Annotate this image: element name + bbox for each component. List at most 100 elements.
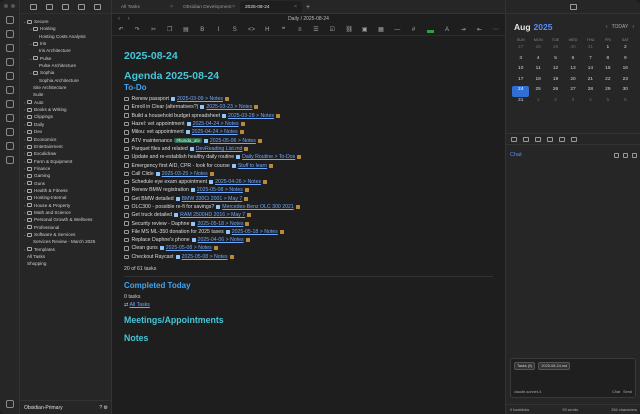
- task-date-link[interactable]: 2025-05-08 > Notes: [197, 187, 243, 193]
- folder-item[interactable]: › Finance: [22, 165, 111, 172]
- calendar-day[interactable]: 18: [529, 76, 546, 87]
- folder-item[interactable]: › Hosting-Internal: [22, 194, 111, 201]
- edit-task-icon[interactable]: [276, 113, 281, 118]
- calendar-day[interactable]: 13: [564, 65, 581, 76]
- calendar-day[interactable]: 3: [564, 97, 581, 108]
- help-circle-icon[interactable]: ?: [99, 405, 102, 411]
- task-checkbox[interactable]: [124, 171, 129, 177]
- folder-item[interactable]: › Clippings: [22, 113, 111, 120]
- task-checkbox[interactable]: [124, 229, 129, 235]
- calendar-day-today[interactable]: 24: [512, 86, 530, 97]
- folder-item[interactable]: ⌄ Pulse: [22, 55, 111, 62]
- task-note-link[interactable]: DevReading List.md: [196, 146, 243, 152]
- excalidraw-icon[interactable]: [6, 156, 14, 164]
- backlinks-icon[interactable]: [523, 136, 529, 142]
- calendar-day[interactable]: 5: [599, 97, 616, 108]
- help-icon[interactable]: [6, 400, 14, 408]
- folder-item[interactable]: › Gaming: [22, 172, 111, 179]
- calendar-day[interactable]: 20: [564, 76, 581, 87]
- task-checkbox[interactable]: [124, 254, 129, 260]
- copy-icon[interactable]: ❐: [167, 27, 173, 33]
- bullet-list-icon[interactable]: ≡: [297, 27, 303, 33]
- folder-item[interactable]: ⌄ Hosting: [22, 25, 111, 32]
- bold-icon[interactable]: B: [199, 27, 205, 33]
- today-button[interactable]: TODAY: [612, 24, 629, 30]
- collapse-all-icon[interactable]: [77, 3, 85, 10]
- folder-item[interactable]: ⌄ Software & Services: [22, 231, 111, 238]
- edit-task-icon[interactable]: [244, 188, 249, 193]
- text-color-icon[interactable]: A: [444, 27, 450, 33]
- sort-icon[interactable]: [61, 3, 69, 10]
- calendar-day[interactable]: 2: [617, 44, 634, 55]
- task-date-link[interactable]: 2025-04-26 > Notes: [215, 179, 261, 185]
- indent-icon[interactable]: ⇥: [460, 27, 466, 33]
- task-checkbox[interactable]: [124, 246, 129, 251]
- task-note-link[interactable]: Mercedes-Benz OLC 300 2021: [222, 204, 294, 210]
- folder-item[interactable]: › Math and Science: [22, 209, 111, 216]
- calendar-day[interactable]: 9: [617, 55, 634, 66]
- task-checkbox[interactable]: [124, 113, 129, 118]
- edit-task-icon[interactable]: [244, 196, 249, 201]
- task-checkbox[interactable]: [124, 213, 129, 218]
- edit-task-icon[interactable]: [244, 146, 249, 151]
- tag-icon[interactable]: #: [411, 27, 417, 33]
- task-note-link[interactable]: Daily Routine > To-Dos: [242, 154, 295, 160]
- task-checkbox[interactable]: [124, 121, 129, 127]
- folder-item[interactable]: › Economics: [22, 136, 111, 143]
- edit-task-icon[interactable]: [279, 229, 284, 234]
- task-date-link[interactable]: 2025-03-09 > Notes: [177, 96, 223, 102]
- table-icon[interactable]: ▦: [378, 27, 384, 33]
- calendar-day[interactable]: 23: [617, 76, 634, 87]
- terminal-icon[interactable]: [6, 128, 14, 136]
- chat-tab-icon[interactable]: [559, 136, 565, 142]
- calendar-day[interactable]: 25: [529, 86, 546, 97]
- task-date-link[interactable]: 2025-03-28 > Notes: [228, 113, 274, 119]
- code-icon[interactable]: <>: [248, 27, 255, 33]
- edit-task-icon[interactable]: [225, 97, 229, 102]
- next-month-icon[interactable]: ›: [632, 24, 634, 30]
- calendar-day[interactable]: 8: [599, 55, 616, 66]
- more-options-icon[interactable]: ⋯: [493, 27, 499, 33]
- calendar-day[interactable]: 4: [529, 55, 546, 66]
- files-icon[interactable]: [6, 16, 14, 24]
- paste-icon[interactable]: ▤: [183, 27, 189, 33]
- edit-task-icon[interactable]: [295, 205, 300, 209]
- calendar-day[interactable]: 2: [547, 97, 564, 108]
- search-icon[interactable]: [6, 30, 14, 38]
- calendar-day[interactable]: 1: [529, 97, 546, 108]
- calendar-day[interactable]: 16: [617, 65, 634, 76]
- folder-item[interactable]: › Auto: [22, 99, 111, 106]
- task-checkbox[interactable]: [124, 138, 129, 143]
- edit-task-icon[interactable]: [254, 105, 259, 110]
- task-checkbox[interactable]: [124, 237, 129, 243]
- file-item[interactable]: Sophia Architecture: [22, 77, 111, 84]
- edit-task-icon[interactable]: [239, 130, 244, 135]
- numbered-list-icon[interactable]: ☰: [313, 27, 319, 33]
- calendar-day[interactable]: 31: [582, 44, 599, 55]
- link-icon[interactable]: ⛓: [346, 27, 354, 33]
- calendar-day[interactable]: 26: [547, 86, 564, 97]
- note-content[interactable]: 2025-08-24 Agenda 2025-08-24 To-Do Renew…: [112, 38, 505, 414]
- redo-icon[interactable]: ↷: [134, 27, 140, 33]
- tags-icon[interactable]: [547, 136, 553, 142]
- task-date-link[interactable]: 2025-04-24 > Notes: [192, 129, 238, 135]
- edit-task-icon[interactable]: [297, 155, 302, 160]
- bookmark-icon[interactable]: [6, 44, 14, 52]
- strikethrough-icon[interactable]: S: [232, 27, 238, 33]
- italic-icon[interactable]: I: [216, 27, 222, 33]
- edit-task-icon[interactable]: [240, 122, 245, 127]
- folder-item[interactable]: › Health & Fitness: [22, 187, 111, 194]
- new-folder-icon[interactable]: [46, 3, 54, 10]
- heading-icon[interactable]: H: [264, 27, 270, 33]
- task-tag[interactable]: #honda_atv: [174, 138, 202, 144]
- edit-task-icon[interactable]: [247, 213, 252, 218]
- folder-item[interactable]: › Farm & Equipment: [22, 158, 111, 165]
- outline-icon[interactable]: [511, 136, 517, 142]
- tab-daily-note[interactable]: 2025-08-24 ×: [240, 1, 302, 13]
- edit-task-icon[interactable]: [213, 246, 218, 251]
- folder-item[interactable]: › Entertainment: [22, 143, 111, 150]
- edit-task-icon[interactable]: [263, 180, 268, 185]
- task-note-link[interactable]: Stuff to learn: [238, 163, 267, 169]
- task-checkbox[interactable]: [124, 146, 129, 152]
- calendar-day[interactable]: 22: [599, 76, 616, 87]
